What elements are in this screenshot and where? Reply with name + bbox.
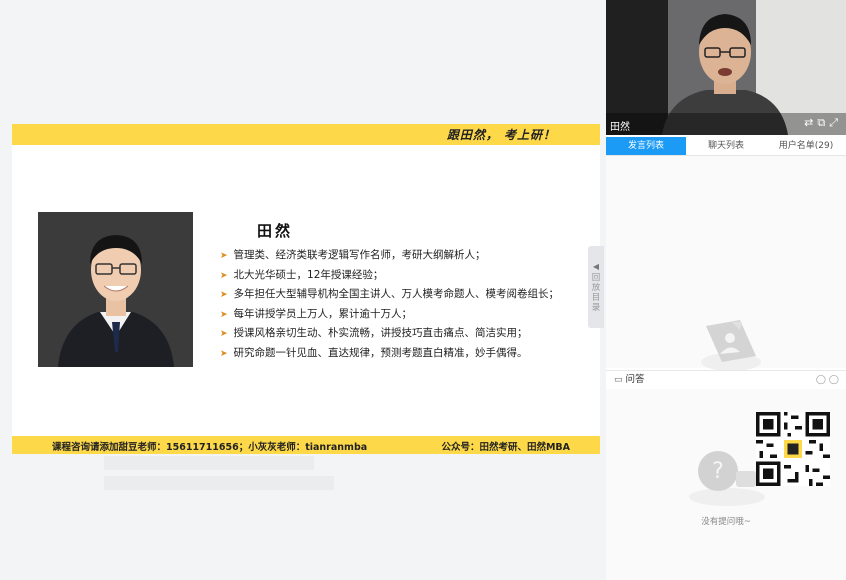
bio-item: ➤ 管理类、经济类联考逻辑写作名师，考研大纲解析人； bbox=[220, 246, 595, 266]
side-tabs: 发言列表 聊天列表 用户名单(29) bbox=[606, 137, 846, 156]
chat-bubble-icon: ▭ bbox=[614, 375, 623, 385]
slide-bottom-banner: 课程咨询请添加甜豆老师：15611711656；小灰灰老师：tianranmba… bbox=[12, 436, 600, 454]
wechat-account: 公众号：田然考研、田然MBA bbox=[441, 442, 570, 453]
bio-text: 北大光华硕士，12年授课经验； bbox=[233, 268, 384, 281]
qa-header: ▭ 问答 ◯◯ bbox=[606, 370, 846, 390]
playback-catalog-label: 回放目录 bbox=[591, 273, 601, 313]
slide-slogan: 跟田然， 考上研！ bbox=[446, 128, 556, 142]
qa-area: ? 没有提问哦~ bbox=[606, 389, 846, 580]
playback-catalog-toggle[interactable]: ◀ 回放目录 bbox=[588, 246, 604, 328]
side-panel: 田然 ⇄⧉⤢ 发言列表 聊天列表 用户名单(29) ▭ 问答 ◯◯ ? 没有提问… bbox=[606, 0, 846, 580]
swap-icon[interactable]: ⇄ bbox=[804, 116, 817, 129]
teacher-bio-list: ➤ 管理类、经济类联考逻辑写作名师，考研大纲解析人； ➤ 北大光华硕士，12年授课经… bbox=[220, 246, 595, 364]
slide-stage: 跟田然， 考上研！ 田然 ➤ 管理类、经济类联考逻辑写作名师，考研大纲解析人； ➤… bbox=[0, 0, 606, 580]
settings-icon[interactable]: ◯ bbox=[829, 375, 842, 385]
speak-list-area bbox=[606, 156, 846, 371]
bullet-arrow-icon: ➤ bbox=[220, 270, 228, 281]
triangle-left-icon: ◀ bbox=[592, 262, 600, 271]
presenter-name: 田然 bbox=[610, 122, 630, 133]
bullet-arrow-icon: ➤ bbox=[220, 329, 228, 340]
bio-item: ➤ 北大光华硕士，12年授课经验； bbox=[220, 266, 595, 286]
slide: 跟田然， 考上研！ 田然 ➤ 管理类、经济类联考逻辑写作名师，考研大纲解析人； ➤… bbox=[12, 124, 600, 454]
bullet-arrow-icon: ➤ bbox=[220, 290, 228, 301]
fullscreen-icon[interactable]: ⤢ bbox=[829, 116, 842, 129]
watermark bbox=[104, 456, 334, 490]
bullet-arrow-icon: ➤ bbox=[220, 251, 228, 261]
qa-controls: ◯◯ bbox=[816, 371, 842, 389]
bio-text: 授课风格亲切生动、朴实流畅，讲授技巧直击痛点、简洁实用； bbox=[233, 327, 528, 340]
qr-code bbox=[756, 412, 830, 486]
contact-info: 课程咨询请添加甜豆老师：15611711656；小灰灰老师：tianranmba bbox=[52, 442, 368, 453]
bio-item: ➤ 多年担任大型辅导机构全国主讲人、万人模考命题人、模考阅卷组长； bbox=[220, 285, 595, 305]
tab-speak-list[interactable]: 发言列表 bbox=[606, 137, 686, 155]
qa-title: 问答 bbox=[625, 374, 645, 385]
bio-item: ➤ 授课风格亲切生动、朴实流畅，讲授技巧直击痛点、简洁实用； bbox=[220, 324, 595, 344]
bio-text: 管理类、经济类联考逻辑写作名师，考研大纲解析人； bbox=[233, 249, 486, 261]
teacher-photo bbox=[38, 212, 193, 367]
refresh-icon[interactable]: ◯ bbox=[816, 375, 829, 385]
slide-top-banner: 跟田然， 考上研！ bbox=[12, 124, 600, 145]
bio-item: ➤ 每年讲授学员上万人，累计逾十万人； bbox=[220, 305, 595, 325]
tab-chat-list[interactable]: 聊天列表 bbox=[686, 137, 766, 155]
video-controls: ⇄⧉⤢ bbox=[804, 116, 842, 130]
bio-text: 每年讲授学员上万人，累计逾十万人； bbox=[233, 307, 413, 320]
tab-user-list[interactable]: 用户名单(29) bbox=[766, 137, 846, 155]
bio-item: ➤ 研究命题一针见血、直达规律，预测考题直白精准，妙手偶得。 bbox=[220, 344, 595, 364]
presenter-video: 田然 ⇄⧉⤢ bbox=[606, 0, 846, 135]
empty-speakers-icon bbox=[701, 320, 761, 371]
teacher-name: 田然 bbox=[257, 222, 294, 240]
bio-text: 研究命题一针见血、直达规律，预测考题直白精准，妙手偶得。 bbox=[233, 346, 528, 359]
empty-question-icon: ? bbox=[689, 451, 765, 506]
qa-empty-text: 没有提问哦~ bbox=[701, 517, 751, 527]
bullet-arrow-icon: ➤ bbox=[220, 309, 228, 320]
bullet-arrow-icon: ➤ bbox=[220, 348, 228, 359]
bio-text: 多年担任大型辅导机构全国主讲人、万人模考命题人、模考阅卷组长； bbox=[233, 288, 560, 301]
popout-icon[interactable]: ⧉ bbox=[817, 116, 829, 129]
svg-text:?: ? bbox=[712, 459, 724, 484]
